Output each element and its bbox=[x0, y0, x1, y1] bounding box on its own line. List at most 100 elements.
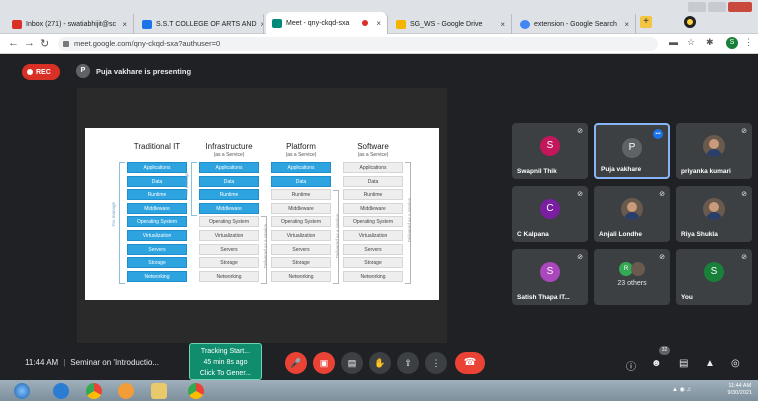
rec-label: REC bbox=[36, 68, 51, 76]
layer-storage: Storage bbox=[127, 257, 187, 269]
layer-networking: Networking bbox=[271, 270, 331, 282]
participant-tile[interactable]: ⊘ C C Kalpana bbox=[512, 186, 588, 242]
close-tab-icon[interactable]: × bbox=[261, 20, 264, 29]
tab-label: Inbox (271) - swatiabhijit@sc bbox=[26, 20, 116, 28]
puzzle-icon[interactable]: ✱ bbox=[706, 37, 714, 48]
taskbar-clock[interactable]: 11:44 AM 9/30/2021 bbox=[728, 383, 752, 397]
participant-tile[interactable]: ⊘ priyanka kumari bbox=[676, 123, 752, 179]
tracking-popup[interactable]: Tracking Start... 45 min 8s ago Click To… bbox=[189, 343, 262, 380]
layer-operating-system: Operating System bbox=[127, 216, 187, 228]
participant-tile-presenter[interactable]: ••• P Puja vakhare bbox=[594, 123, 670, 179]
leave-call-button[interactable]: ☎ bbox=[455, 352, 485, 374]
ie-icon[interactable] bbox=[53, 383, 69, 399]
layer-applications: Applications bbox=[271, 162, 331, 173]
mic-off-icon: ⊘ bbox=[659, 191, 665, 198]
url-field[interactable]: meet.google.com/qny-ckqd-sxa?authuser=0 bbox=[58, 37, 658, 51]
account-avatar[interactable]: S bbox=[726, 37, 738, 49]
maximize-button[interactable] bbox=[708, 2, 726, 12]
close-tab-icon[interactable]: × bbox=[376, 19, 381, 28]
close-tab-icon[interactable]: × bbox=[624, 20, 629, 29]
participant-tile[interactable]: ⊘ S Satish Thapa IT... bbox=[512, 249, 588, 305]
chat-icon[interactable]: ▤ bbox=[679, 358, 688, 369]
layer-servers: Servers bbox=[127, 243, 187, 255]
participant-tile[interactable]: ⊘ Anjali Londhe bbox=[594, 186, 670, 242]
participant-tile[interactable]: ⊘ Riya Shukla bbox=[676, 186, 752, 242]
menu-dots-icon[interactable]: ⋮ bbox=[744, 37, 753, 48]
avatar: P bbox=[622, 138, 642, 158]
people-icon[interactable]: ☻ bbox=[651, 358, 662, 369]
info-icon[interactable]: ⓘ bbox=[626, 358, 636, 373]
star-icon[interactable]: ☆ bbox=[687, 37, 695, 48]
gmail-icon bbox=[12, 19, 22, 29]
layer-networking: Networking bbox=[127, 270, 187, 282]
layer-virtualization: Virtualization bbox=[271, 229, 331, 241]
captions-button[interactable]: ▤ bbox=[341, 352, 363, 374]
self-tile[interactable]: ⊘ S You bbox=[676, 249, 752, 305]
presenter-avatar: P bbox=[76, 64, 90, 78]
system-tray[interactable]: ▲ ◉ ♫ bbox=[672, 386, 712, 394]
back-arrow-icon[interactable]: ← bbox=[8, 37, 19, 49]
participant-name: Swapnil Thik bbox=[517, 168, 557, 175]
meeting-info: 11:44 AM | Seminar on 'Introductio... bbox=[25, 358, 159, 367]
participant-name: Puja vakhare bbox=[601, 166, 642, 173]
chrome-icon[interactable] bbox=[188, 383, 204, 399]
forward-arrow-icon[interactable]: → bbox=[24, 37, 35, 49]
raise-hand-button[interactable]: ✋ bbox=[369, 352, 391, 374]
column-title: Platform bbox=[286, 142, 316, 151]
folder-icon[interactable] bbox=[151, 383, 167, 399]
layer-virtualization: Virtualization bbox=[127, 229, 187, 241]
layer-virtualization: Virtualization bbox=[343, 229, 403, 241]
column-title: Software bbox=[357, 142, 389, 151]
avatar-photo bbox=[703, 135, 725, 157]
slide-column-iaas: Infrastructure (as a Service) Applicatio… bbox=[199, 142, 259, 284]
layer-data: Data bbox=[343, 175, 403, 187]
close-tab-icon[interactable]: × bbox=[122, 20, 127, 29]
activities-icon[interactable]: ▲ bbox=[705, 358, 715, 369]
reload-icon[interactable]: ↻ bbox=[40, 37, 49, 50]
layer-servers: Servers bbox=[199, 243, 259, 255]
tracking-action[interactable]: Click To Gener... bbox=[190, 368, 261, 379]
camera-off-button[interactable]: ▣ bbox=[313, 352, 335, 374]
you-manage-label: You manage bbox=[184, 172, 189, 198]
minimize-button[interactable] bbox=[688, 2, 706, 12]
tab-gmail[interactable]: Inbox (271) - swatiabhijit@sc × bbox=[6, 14, 134, 34]
os-taskbar: ▲ ◉ ♫ 11:44 AM 9/30/2021 bbox=[0, 380, 758, 401]
meet-icon bbox=[272, 18, 282, 28]
speaking-icon: ••• bbox=[653, 129, 663, 139]
new-tab-button[interactable]: + bbox=[640, 16, 652, 28]
tab-search[interactable]: extension - Google Search × bbox=[514, 14, 636, 34]
column-subtitle: (as a Service) bbox=[285, 152, 317, 158]
column-subtitle bbox=[127, 152, 187, 162]
tab-college[interactable]: S.S.T COLLEGE OF ARTS AND × bbox=[136, 14, 264, 34]
profile-icon[interactable] bbox=[684, 16, 696, 28]
participant-tile[interactable]: ⊘ S Swapnil Thik bbox=[512, 123, 588, 179]
mic-off-icon: ⊘ bbox=[659, 254, 665, 261]
layer-operating-system: Operating System bbox=[343, 216, 403, 228]
more-options-button[interactable]: ⋮ bbox=[425, 352, 447, 374]
avatar-photo bbox=[703, 198, 725, 220]
tab-label: extension - Google Search bbox=[534, 20, 617, 28]
media-player-icon[interactable] bbox=[118, 383, 134, 399]
mic-off-button[interactable]: 🎤 bbox=[285, 352, 307, 374]
tab-label: SG_WS - Google Drive bbox=[410, 20, 483, 28]
others-tile[interactable]: ⊘ R 23 others bbox=[594, 249, 670, 305]
participant-name: Anjali Londhe bbox=[599, 231, 642, 238]
host-controls-icon[interactable]: ◎ bbox=[731, 358, 740, 369]
layer-middleware: Middleware bbox=[343, 202, 403, 214]
tab-drive[interactable]: SG_WS - Google Drive × bbox=[390, 14, 512, 34]
close-tab-icon[interactable]: × bbox=[500, 20, 505, 29]
presentation-stage[interactable]: Traditional IT Applications Data Runtime… bbox=[77, 88, 447, 343]
layer-storage: Storage bbox=[271, 257, 331, 269]
google-icon bbox=[520, 19, 530, 29]
close-window-button[interactable] bbox=[728, 2, 752, 12]
address-bar-row: ← → ↻ meet.google.com/qny-ckqd-sxa?authu… bbox=[0, 34, 758, 54]
tab-label: S.S.T COLLEGE OF ARTS AND bbox=[156, 20, 257, 28]
start-button-icon[interactable] bbox=[14, 383, 30, 399]
present-button[interactable]: ⇧ bbox=[397, 352, 419, 374]
key-icon[interactable]: ▬ bbox=[669, 37, 678, 47]
meet-control-bar: 11:44 AM | Seminar on 'Introductio... Trac… bbox=[0, 343, 758, 380]
drive-icon bbox=[396, 19, 406, 29]
layer-applications: Applications bbox=[199, 162, 259, 173]
tab-meet[interactable]: Meet - qny-ckqd-sxa × bbox=[266, 12, 388, 34]
chrome-icon[interactable] bbox=[86, 383, 102, 399]
